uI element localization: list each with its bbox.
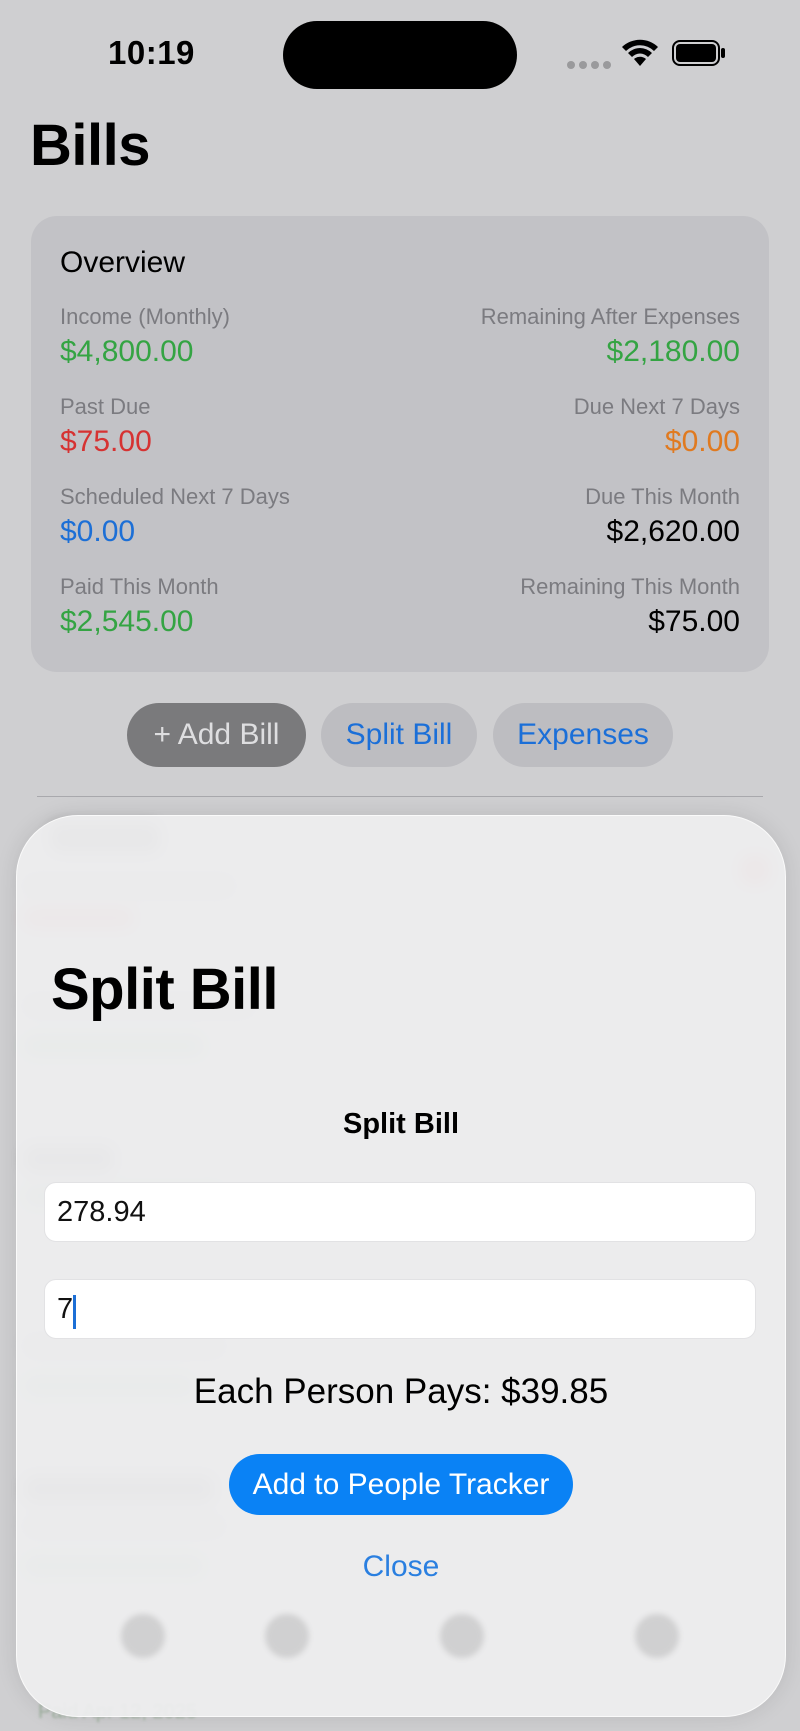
battery-icon	[672, 40, 725, 66]
stat-value: $75.00	[60, 425, 152, 458]
status-time: 10:19	[108, 34, 195, 71]
overview-row: Paid This Month $2,545.00 Remaining This…	[60, 574, 740, 654]
expenses-button[interactable]: Expenses	[493, 703, 673, 767]
stat-label: Remaining After Expenses	[480, 304, 740, 329]
overview-row: Income (Monthly) $4,800.00 Remaining Aft…	[60, 304, 740, 384]
split-bill-button[interactable]: Split Bill	[321, 703, 477, 767]
split-bill-sheet: Split Bill Split Bill Each Person Pays: …	[16, 815, 786, 1717]
stat-value: $4,800.00	[60, 335, 194, 368]
stat-label: Scheduled Next 7 Days	[60, 484, 290, 509]
divider	[37, 796, 763, 797]
stat-label: Income (Monthly)	[60, 304, 230, 329]
tab-bar-background	[121, 1614, 679, 1658]
close-button[interactable]: Close	[17, 1550, 785, 1584]
add-bill-button[interactable]: + Add Bill	[127, 703, 306, 767]
text-cursor	[73, 1295, 76, 1329]
stat-value: $2,180.00	[606, 335, 740, 368]
stat-value: $0.00	[664, 425, 740, 458]
status-bar: 10:19	[0, 0, 800, 110]
stat-label: Due Next 7 Days	[573, 394, 740, 419]
past-due: Past Due $75.00	[60, 394, 152, 462]
stat-value: $0.00	[60, 515, 136, 548]
bill-amount-input[interactable]	[44, 1182, 756, 1242]
overview-row: Scheduled Next 7 Days $0.00 Due This Mon…	[60, 484, 740, 564]
sheet-title: Split Bill	[51, 957, 279, 1022]
bill-actions: + Add Bill Split Bill Expenses	[0, 703, 800, 767]
overview-row: Past Due $75.00 Due Next 7 Days $0.00	[60, 394, 740, 474]
page-title: Bills	[30, 113, 151, 178]
stat-value: $2,545.00	[60, 605, 194, 638]
stat-value: $75.00	[648, 605, 740, 638]
add-to-people-tracker-button[interactable]: Add to People Tracker	[229, 1454, 573, 1515]
dynamic-island	[283, 21, 517, 89]
wifi-icon	[622, 39, 658, 66]
stat-label: Past Due	[60, 394, 151, 419]
overview-card: Overview Income (Monthly) $4,800.00 Rema…	[31, 216, 769, 672]
remaining-this-month: Remaining This Month $75.00	[520, 574, 740, 642]
income-monthly: Income (Monthly) $4,800.00	[60, 304, 230, 372]
stat-label: Remaining This Month	[520, 574, 740, 599]
overview-title: Overview	[60, 246, 186, 279]
cellular-signal-icon	[567, 56, 615, 74]
remaining-after-expenses: Remaining After Expenses $2,180.00	[481, 304, 740, 372]
form-title: Split Bill	[343, 1108, 459, 1140]
stat-value: $2,620.00	[606, 515, 740, 548]
people-count-input[interactable]	[44, 1279, 756, 1339]
due-next-7-days: Due Next 7 Days $0.00	[574, 394, 740, 462]
paid-this-month: Paid This Month $2,545.00	[60, 574, 219, 642]
stat-label: Paid This Month	[60, 574, 219, 599]
due-this-month: Due This Month $2,620.00	[585, 484, 740, 552]
scheduled-next-7-days: Scheduled Next 7 Days $0.00	[60, 484, 290, 552]
stat-label: Due This Month	[585, 484, 740, 509]
each-person-pays: Each Person Pays: $39.85	[193, 1372, 609, 1411]
